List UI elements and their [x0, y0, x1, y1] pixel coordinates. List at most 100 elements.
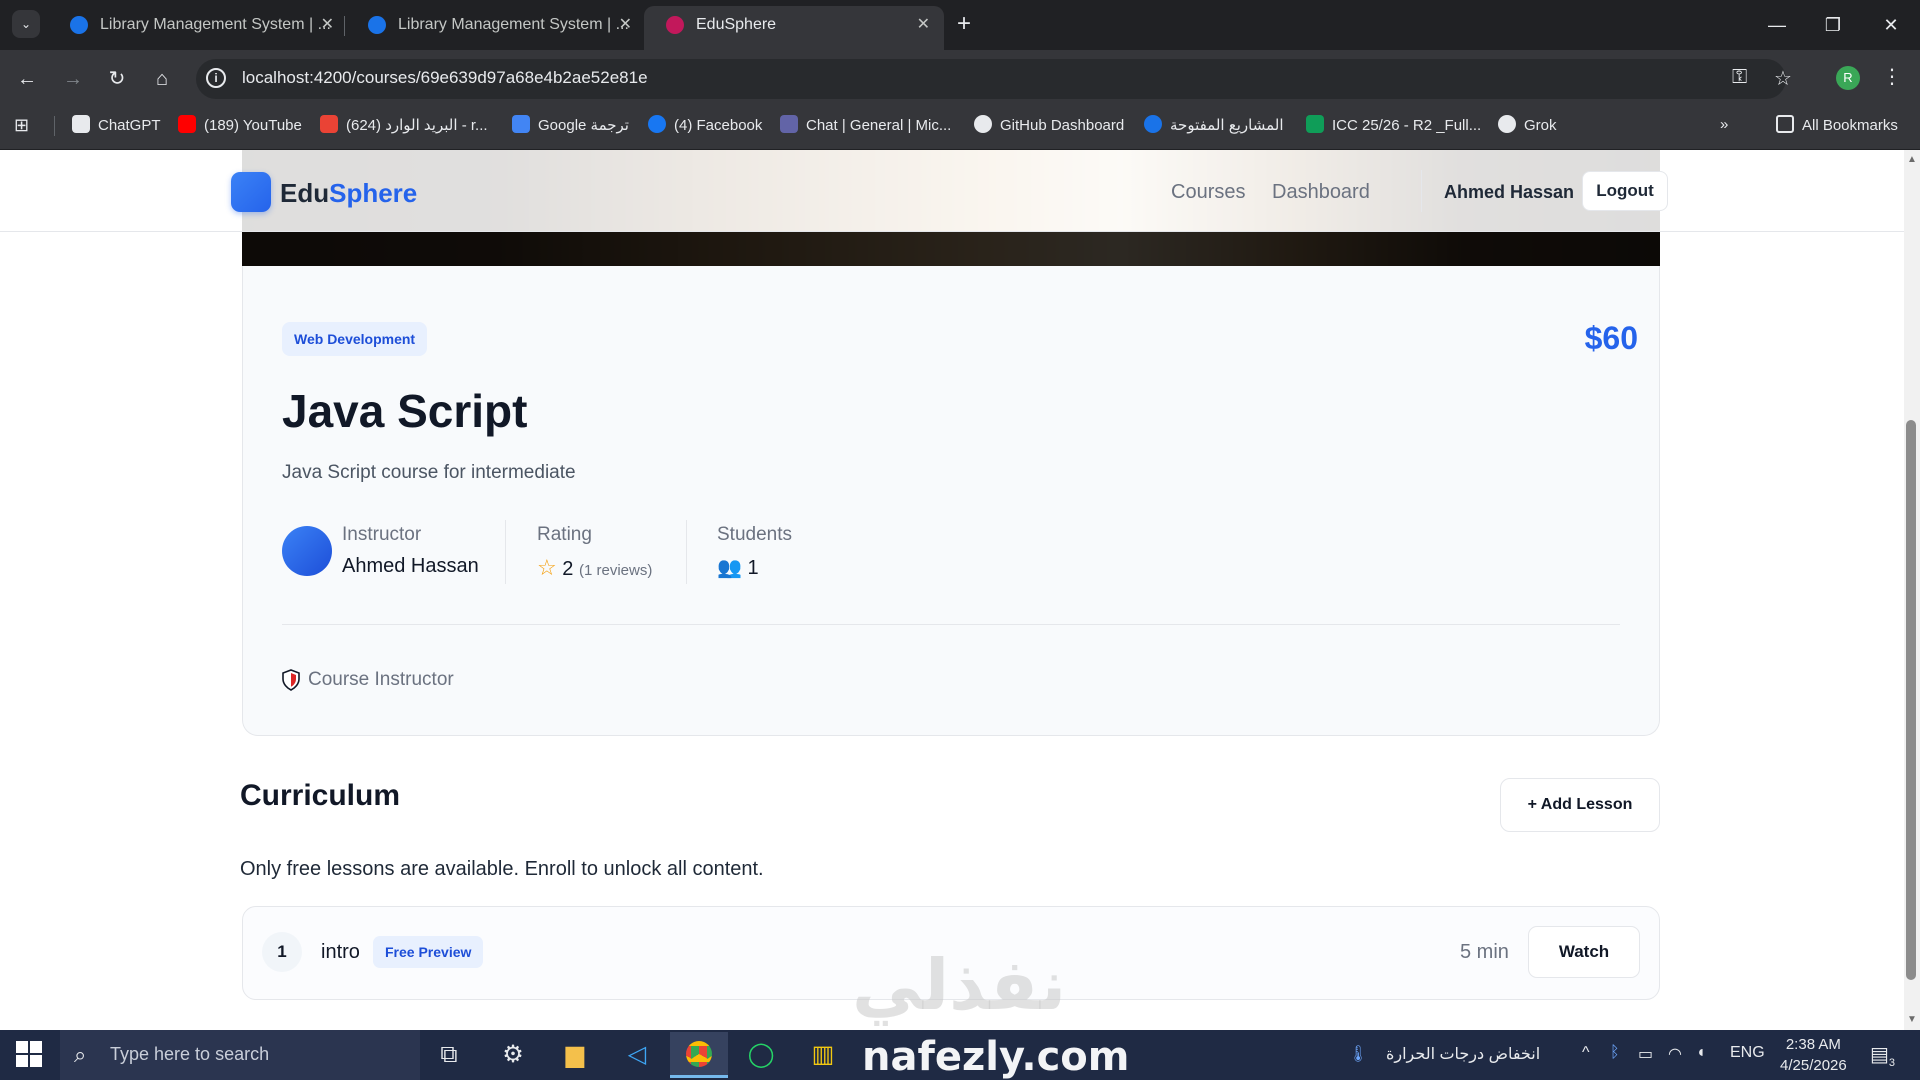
meta-divider: [686, 520, 687, 584]
card-divider: [282, 624, 1620, 625]
star-icon: ☆: [537, 555, 557, 580]
user-role-label: Course Instructor: [308, 669, 454, 690]
wifi-icon[interactable]: ◠: [1668, 1044, 1682, 1064]
grok-icon: [1498, 115, 1516, 133]
close-icon[interactable]: ✕: [917, 6, 930, 44]
bookmark-gmail[interactable]: (624) البريد الوارد - r...: [320, 115, 488, 136]
search-icon: ⌕: [74, 1042, 87, 1067]
logo-icon[interactable]: [231, 172, 271, 212]
menu-kebab-icon[interactable]: ⋮: [1882, 64, 1902, 89]
settings-gear-icon[interactable]: ⚙: [484, 1032, 542, 1078]
task-view-icon[interactable]: ⧉: [420, 1032, 478, 1078]
bookmark-chatgpt[interactable]: ChatGPT: [72, 115, 161, 136]
bookmark-grok[interactable]: Grok: [1498, 115, 1557, 136]
curriculum-title: Curriculum: [240, 779, 401, 812]
file-explorer-icon[interactable]: ▆: [546, 1032, 604, 1078]
notification-center-icon[interactable]: ▤3: [1870, 1042, 1895, 1069]
bookmarks-overflow-icon[interactable]: »: [1720, 115, 1728, 135]
instructor-avatar: [282, 526, 332, 576]
site-logo[interactable]: EduSphere: [280, 178, 417, 209]
bookmark-google-translate[interactable]: Google ترجمة: [512, 115, 629, 136]
clock-time: 2:38 AM: [1785, 1036, 1841, 1053]
facebook-icon: [648, 115, 666, 133]
meta-divider: [505, 520, 506, 584]
nav-link-dashboard[interactable]: Dashboard: [1272, 181, 1370, 204]
google-translate-icon: [512, 115, 530, 133]
chrome-icon[interactable]: [670, 1032, 728, 1078]
instructor-name: Ahmed Hassan: [342, 555, 479, 577]
search-placeholder[interactable]: Type here to search: [110, 1044, 269, 1065]
battery-icon[interactable]: ▭: [1638, 1044, 1653, 1064]
new-tab-button[interactable]: +: [950, 10, 978, 38]
apps-grid-icon[interactable]: ⊞: [14, 115, 29, 136]
site-info-icon[interactable]: i: [206, 68, 226, 88]
tab-favicon-icon: [368, 16, 386, 34]
password-key-icon[interactable]: ⚿: [1732, 66, 1747, 89]
minimize-icon[interactable]: —: [1762, 10, 1792, 40]
close-icon[interactable]: ✕: [321, 6, 334, 44]
close-icon[interactable]: ✕: [619, 6, 632, 44]
watch-button[interactable]: Watch: [1528, 926, 1640, 978]
youtube-icon: [178, 115, 196, 133]
scroll-up-icon[interactable]: ▲: [1906, 154, 1918, 165]
bookmark-icc[interactable]: ICC 25/26 - R2 _Full...: [1306, 115, 1481, 136]
navbar-divider: [1421, 170, 1422, 212]
browser-tab[interactable]: Library Management System | ... ✕: [48, 6, 348, 44]
close-window-icon[interactable]: ✕: [1876, 10, 1906, 40]
students-label: Students: [717, 524, 792, 545]
course-detail-card: [242, 266, 1660, 736]
sheets-icon: [1306, 115, 1324, 133]
course-hero-image-bottom: [242, 232, 1660, 266]
restore-icon[interactable]: ❐: [1818, 10, 1848, 40]
bookmark-youtube[interactable]: (189) YouTube: [178, 115, 302, 136]
tab-search-button[interactable]: ⌄: [12, 10, 40, 38]
shield-icon: [282, 669, 300, 691]
reload-icon[interactable]: ↻: [102, 64, 132, 94]
lesson-duration: 5 min: [1460, 941, 1509, 963]
windows-start-icon[interactable]: [16, 1041, 42, 1067]
power-bi-icon[interactable]: ▥: [794, 1032, 852, 1078]
tab-favicon-icon: [666, 16, 684, 34]
logout-button[interactable]: Logout: [1582, 171, 1668, 211]
nav-link-courses[interactable]: Courses: [1171, 181, 1245, 204]
bookmark-open-projects[interactable]: المشاريع المفتوحة: [1144, 115, 1284, 136]
show-hidden-icons-chevron-icon[interactable]: ^: [1582, 1044, 1590, 1062]
profile-avatar[interactable]: R: [1836, 66, 1860, 90]
weather-text[interactable]: انخفاض درجات الحرارة: [1386, 1044, 1540, 1064]
forward-icon[interactable]: →: [58, 64, 88, 94]
rating-value: ☆ 2 (1 reviews): [537, 555, 653, 580]
clock[interactable]: 2:38 AM 4/25/2026: [1780, 1034, 1847, 1076]
browser-tab-active[interactable]: EduSphere ✕: [644, 6, 944, 50]
bookmark-star-icon[interactable]: ☆: [1774, 66, 1792, 91]
github-icon: [974, 115, 992, 133]
tab-title: Library Management System | ...: [398, 16, 629, 33]
scrollbar-thumb[interactable]: [1906, 420, 1916, 980]
bookmark-teams[interactable]: Chat | General | Mic...: [780, 115, 951, 136]
tab-favicon-icon: [70, 16, 88, 34]
back-icon[interactable]: ←: [12, 64, 42, 94]
course-title: Java Script: [282, 385, 528, 437]
tab-title: EduSphere: [696, 16, 777, 33]
scroll-down-icon[interactable]: ▼: [1906, 1014, 1918, 1025]
language-indicator[interactable]: ENG: [1730, 1044, 1765, 1062]
lesson-title: intro: [321, 941, 360, 963]
tab-divider: [344, 16, 345, 36]
browser-tab[interactable]: Library Management System | ... ✕: [346, 6, 646, 44]
all-bookmarks[interactable]: All Bookmarks: [1776, 115, 1898, 136]
course-price: $60: [1584, 320, 1638, 356]
home-icon[interactable]: ⌂: [147, 64, 177, 94]
lesson-number: 1: [262, 932, 302, 972]
bookmark-facebook[interactable]: (4) Facebook: [648, 115, 762, 136]
bookmark-github[interactable]: GitHub Dashboard: [974, 115, 1124, 136]
gmail-icon: [320, 115, 338, 133]
thermometer-icon[interactable]: 🌡: [1348, 1044, 1368, 1064]
bluetooth-icon[interactable]: ᛒ: [1610, 1044, 1620, 1062]
folder-icon: [1776, 115, 1794, 133]
volume-icon[interactable]: ◖: [1696, 1044, 1706, 1062]
students-value: 👥 1: [717, 557, 759, 579]
add-lesson-button[interactable]: + Add Lesson: [1500, 778, 1660, 832]
course-description: Java Script course for intermediate: [282, 462, 576, 483]
whatsapp-icon[interactable]: ◯: [732, 1032, 790, 1078]
url-text[interactable]: localhost:4200/courses/69e639d97a68e4b2a…: [242, 68, 648, 88]
vscode-icon[interactable]: ◁: [608, 1032, 666, 1078]
